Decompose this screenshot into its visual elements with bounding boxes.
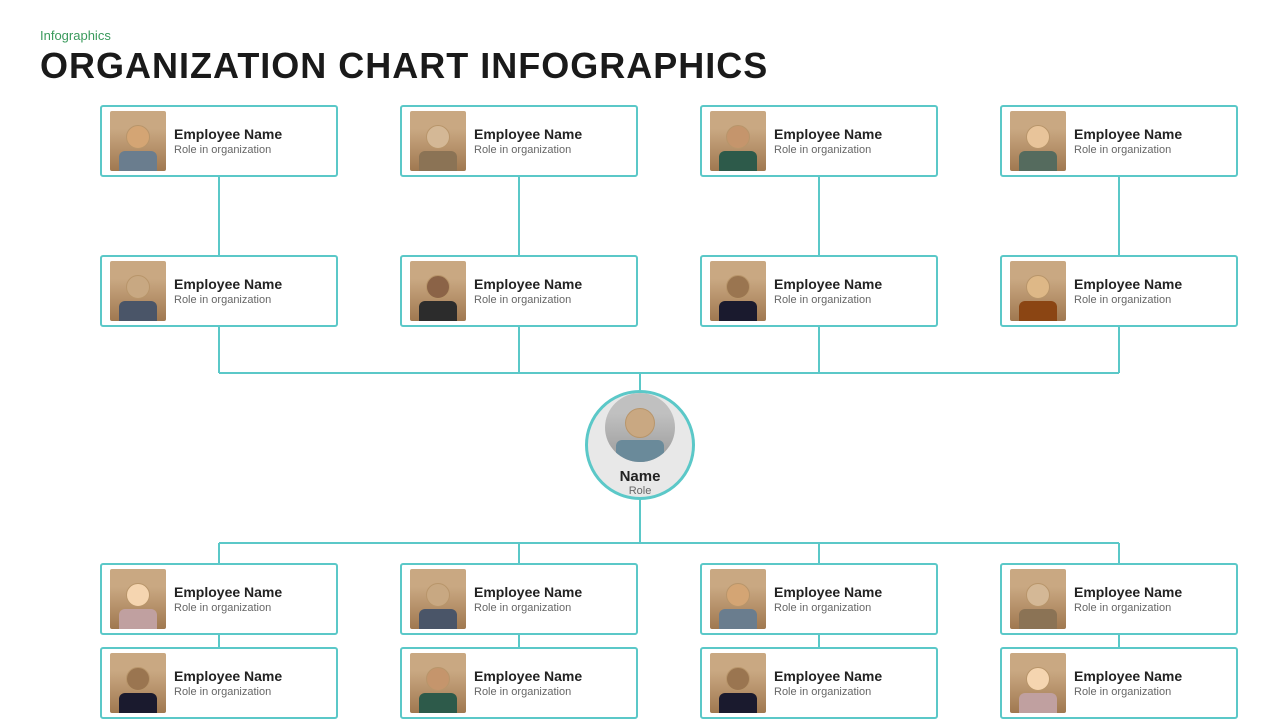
- avatar: [1010, 569, 1066, 629]
- avatar: [110, 569, 166, 629]
- emp-card-bot3a: Employee Name Role in organization: [700, 563, 938, 635]
- avatar: [110, 261, 166, 321]
- avatar: [1010, 261, 1066, 321]
- emp-info: Employee Name Role in organization: [1074, 584, 1228, 615]
- avatar: [410, 569, 466, 629]
- emp-name: Employee Name: [1074, 126, 1228, 143]
- emp-name: Employee Name: [1074, 668, 1228, 685]
- emp-name: Employee Name: [1074, 276, 1228, 293]
- emp-role: Role in organization: [1074, 144, 1228, 156]
- emp-card-bot1b: Employee Name Role in organization: [100, 647, 338, 719]
- emp-card-top4b: Employee Name Role in organization: [1000, 255, 1238, 327]
- emp-card-top4a: Employee Name Role in organization: [1000, 105, 1238, 177]
- emp-card-top2b: Employee Name Role in organization: [400, 255, 638, 327]
- emp-name: Employee Name: [474, 668, 628, 685]
- emp-info: Employee Name Role in organization: [174, 276, 328, 307]
- emp-role: Role in organization: [1074, 602, 1228, 614]
- emp-name: Employee Name: [1074, 584, 1228, 601]
- emp-card-top3a: Employee Name Role in organization: [700, 105, 938, 177]
- emp-card-bot1a: Employee Name Role in organization: [100, 563, 338, 635]
- avatar: [1010, 653, 1066, 713]
- avatar: [710, 261, 766, 321]
- emp-name: Employee Name: [174, 668, 328, 685]
- avatar: [710, 653, 766, 713]
- emp-card-bot2a: Employee Name Role in organization: [400, 563, 638, 635]
- emp-role: Role in organization: [474, 294, 628, 306]
- avatar: [710, 569, 766, 629]
- emp-info: Employee Name Role in organization: [474, 276, 628, 307]
- emp-info: Employee Name Role in organization: [774, 126, 928, 157]
- emp-role: Role in organization: [774, 602, 928, 614]
- emp-info: Employee Name Role in organization: [474, 668, 628, 699]
- emp-info: Employee Name Role in organization: [774, 584, 928, 615]
- emp-role: Role in organization: [474, 686, 628, 698]
- org-chart: Employee Name Role in organization Emplo…: [40, 105, 1240, 665]
- page-title: ORGANIZATION CHART INFOGRAPHICS: [40, 45, 1240, 87]
- avatar: [710, 111, 766, 171]
- center-node: Name Role: [585, 390, 695, 500]
- emp-role: Role in organization: [174, 686, 328, 698]
- emp-role: Role in organization: [174, 144, 328, 156]
- emp-name: Employee Name: [474, 126, 628, 143]
- emp-card-top1a: Employee Name Role in organization: [100, 105, 338, 177]
- avatar: [110, 111, 166, 171]
- emp-card-top3b: Employee Name Role in organization: [700, 255, 938, 327]
- avatar: [110, 653, 166, 713]
- emp-role: Role in organization: [474, 602, 628, 614]
- emp-role: Role in organization: [1074, 294, 1228, 306]
- emp-role: Role in organization: [1074, 686, 1228, 698]
- emp-name: Employee Name: [174, 584, 328, 601]
- emp-role: Role in organization: [174, 294, 328, 306]
- emp-name: Employee Name: [774, 126, 928, 143]
- emp-info: Employee Name Role in organization: [174, 126, 328, 157]
- emp-info: Employee Name Role in organization: [174, 668, 328, 699]
- emp-card-bot4a: Employee Name Role in organization: [1000, 563, 1238, 635]
- emp-card-bot3b: Employee Name Role in organization: [700, 647, 938, 719]
- emp-name: Employee Name: [474, 584, 628, 601]
- page: Infographics ORGANIZATION CHART INFOGRAP…: [0, 0, 1280, 720]
- emp-name: Employee Name: [774, 276, 928, 293]
- emp-info: Employee Name Role in organization: [474, 584, 628, 615]
- emp-card-top1b: Employee Name Role in organization: [100, 255, 338, 327]
- emp-card-bot2b: Employee Name Role in organization: [400, 647, 638, 719]
- emp-info: Employee Name Role in organization: [774, 276, 928, 307]
- emp-card-top2a: Employee Name Role in organization: [400, 105, 638, 177]
- emp-info: Employee Name Role in organization: [1074, 276, 1228, 307]
- emp-role: Role in organization: [174, 602, 328, 614]
- emp-role: Role in organization: [474, 144, 628, 156]
- emp-name: Employee Name: [174, 276, 328, 293]
- emp-role: Role in organization: [774, 294, 928, 306]
- center-name: Name: [620, 468, 661, 485]
- emp-card-bot4b: Employee Name Role in organization: [1000, 647, 1238, 719]
- emp-info: Employee Name Role in organization: [1074, 126, 1228, 157]
- emp-role: Role in organization: [774, 686, 928, 698]
- emp-name: Employee Name: [174, 126, 328, 143]
- avatar: [410, 261, 466, 321]
- emp-info: Employee Name Role in organization: [774, 668, 928, 699]
- infographics-label: Infographics: [40, 28, 1240, 43]
- avatar: [410, 111, 466, 171]
- emp-info: Employee Name Role in organization: [174, 584, 328, 615]
- emp-name: Employee Name: [474, 276, 628, 293]
- emp-name: Employee Name: [774, 668, 928, 685]
- emp-info: Employee Name Role in organization: [1074, 668, 1228, 699]
- emp-info: Employee Name Role in organization: [474, 126, 628, 157]
- emp-role: Role in organization: [774, 144, 928, 156]
- center-role: Role: [629, 485, 652, 497]
- emp-name: Employee Name: [774, 584, 928, 601]
- avatar: [1010, 111, 1066, 171]
- avatar: [410, 653, 466, 713]
